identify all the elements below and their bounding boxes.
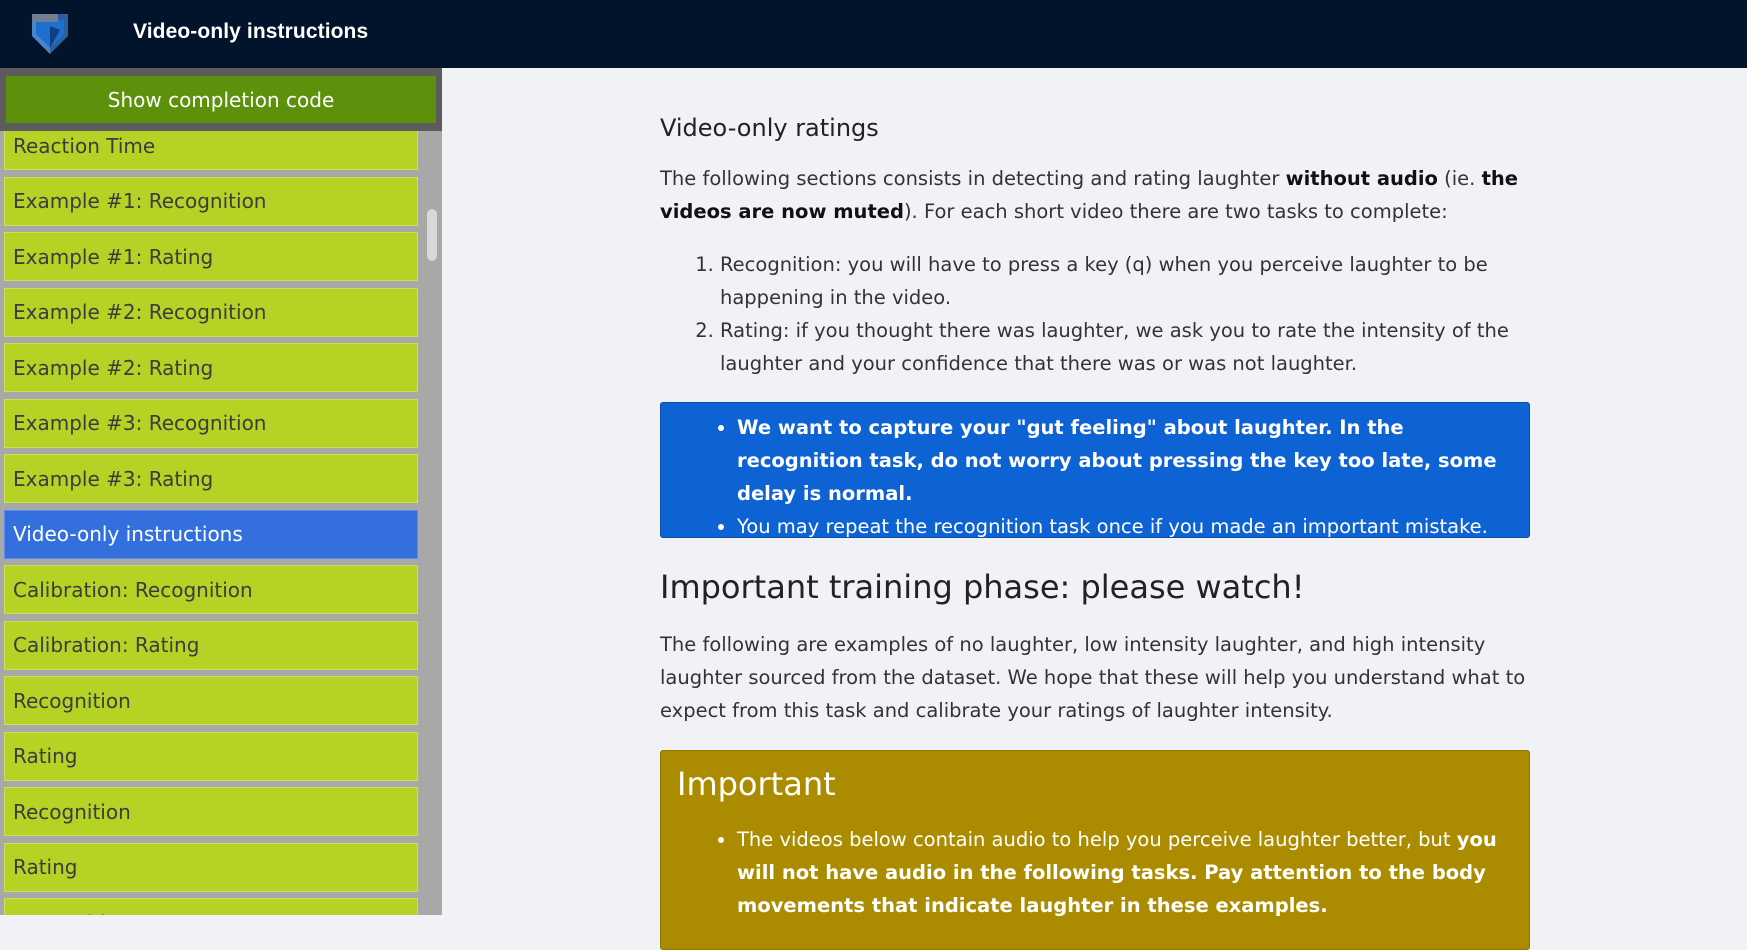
sidebar-item[interactable]: Recognition — [4, 787, 418, 836]
sidebar-item[interactable]: Recognition — [4, 898, 418, 915]
task-step: Rating: if you thought there was laughte… — [720, 314, 1540, 380]
task-steps-list: Recognition: you will have to press a ke… — [660, 248, 1540, 380]
important-box: Important The videos below contain audio… — [660, 750, 1530, 950]
important-title: Important — [677, 765, 836, 803]
training-paragraph: The following are examples of no laughte… — [660, 633, 1526, 722]
intro-bold-text: without audio — [1285, 167, 1438, 190]
sidebar-item[interactable]: Example #1: Rating — [4, 232, 418, 281]
sidebar-item[interactable]: Example #2: Recognition — [4, 287, 418, 337]
info-note-box: We want to capture your "gut feeling" ab… — [660, 402, 1530, 538]
intro-text: The following sections consists in detec… — [660, 167, 1286, 190]
shield-logo-icon — [32, 14, 68, 54]
sidebar-scrollbar[interactable] — [424, 131, 440, 915]
sidebar-scrollbar-thumb[interactable] — [427, 209, 437, 261]
section-title: Video-only ratings — [660, 114, 879, 142]
important-item: The videos below contain audio to help y… — [737, 823, 1503, 922]
intro-text: ). For each short video there are two ta… — [903, 200, 1448, 223]
show-completion-code-button[interactable]: Show completion code — [6, 76, 436, 123]
intro-text: (ie. — [1437, 167, 1482, 190]
sidebar: Show completion code Reaction Time Exampl… — [0, 68, 442, 915]
training-title: Important training phase: please watch! — [660, 568, 1305, 606]
sidebar-item[interactable]: Example #3: Recognition — [4, 398, 418, 448]
sidebar-item[interactable]: Calibration: Rating — [4, 620, 418, 670]
sidebar-item[interactable]: Example #2: Rating — [4, 343, 418, 392]
note-item: We want to capture your "gut feeling" ab… — [737, 411, 1511, 510]
sidebar-item[interactable]: Rating — [4, 731, 418, 781]
completion-panel: Show completion code — [0, 68, 442, 131]
important-text: The videos below contain audio to help y… — [737, 828, 1457, 851]
page-title: Video-only instructions — [133, 20, 369, 43]
intro-paragraph: The following sections consists in detec… — [660, 162, 1532, 228]
sidebar-item[interactable]: Rating — [4, 842, 418, 892]
sidebar-item[interactable]: Video-only instructions — [4, 509, 418, 559]
sidebar-item[interactable]: Recognition — [4, 676, 418, 725]
sidebar-nav: Reaction Time Example #1: Recognition Exam… — [4, 121, 422, 915]
sidebar-item[interactable]: Example #1: Recognition — [4, 176, 418, 226]
top-bar: Video-only instructions — [0, 0, 1747, 68]
task-step: Recognition: you will have to press a ke… — [720, 248, 1540, 314]
sidebar-item[interactable]: Calibration: Recognition — [4, 565, 418, 614]
note-item: You may repeat the recognition task once… — [737, 510, 1511, 543]
sidebar-item[interactable]: Example #3: Rating — [4, 454, 418, 503]
